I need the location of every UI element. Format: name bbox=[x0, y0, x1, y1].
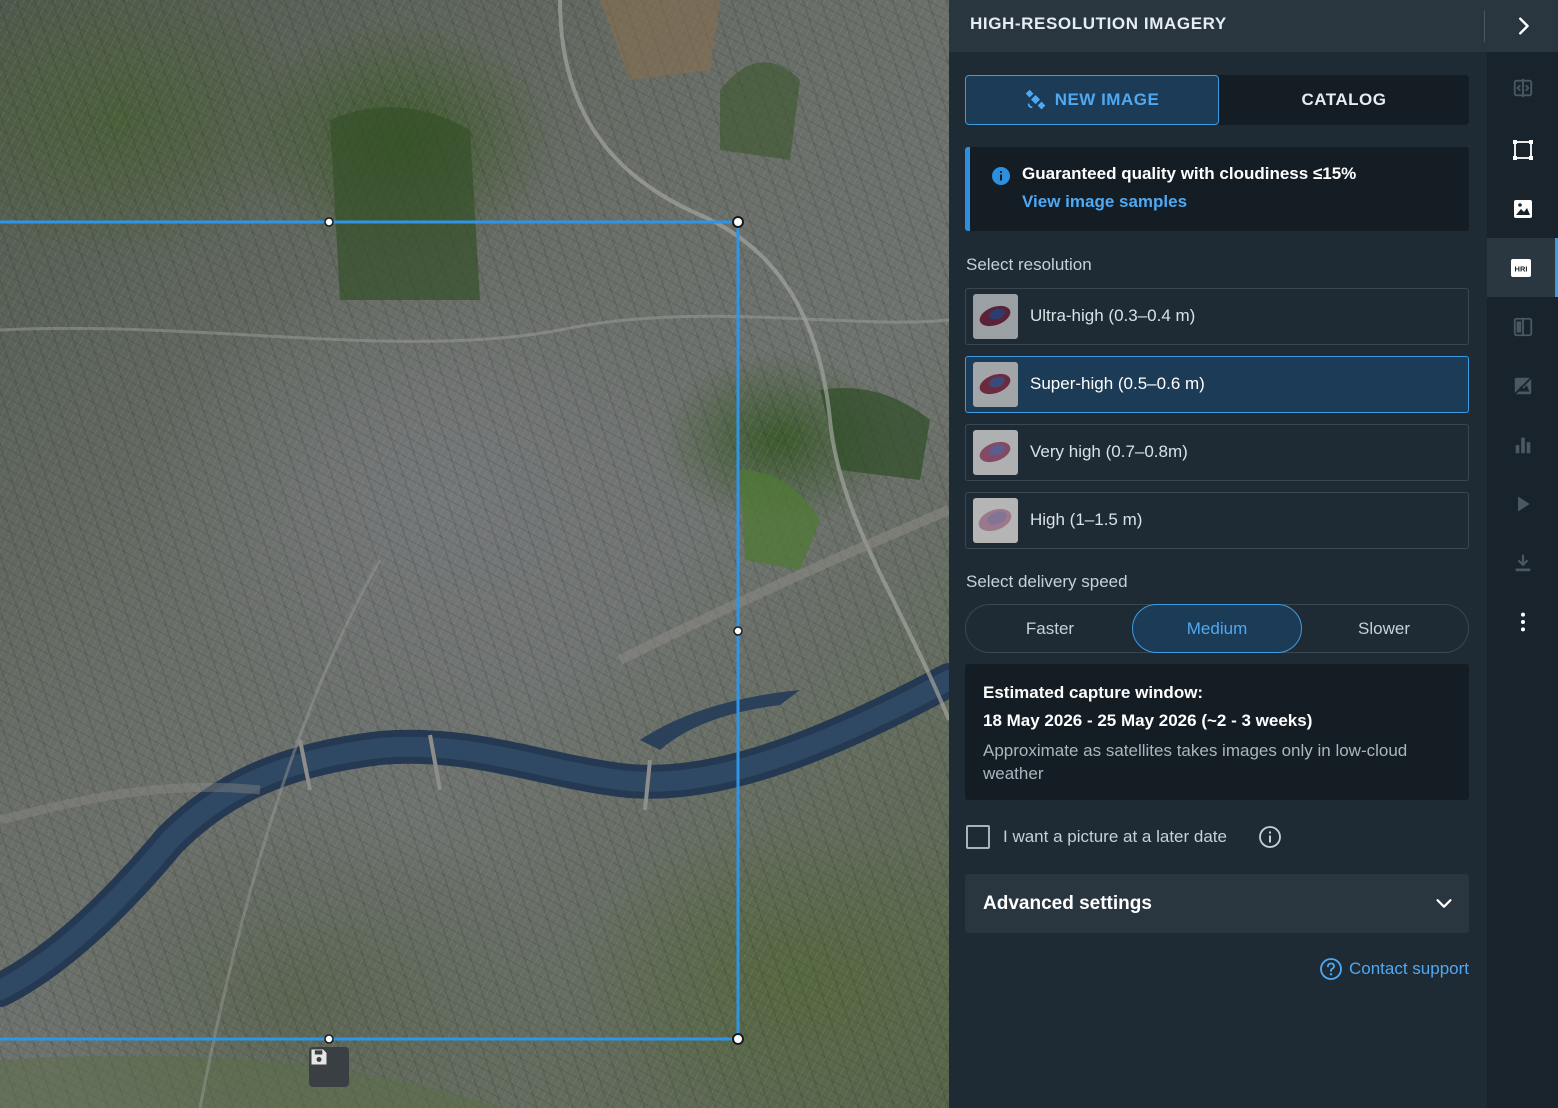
bar-chart-icon bbox=[1515, 437, 1530, 453]
advanced-settings-label: Advanced settings bbox=[983, 893, 1152, 914]
hri-tool[interactable]: HRI bbox=[1487, 238, 1558, 297]
header-separator bbox=[1484, 10, 1485, 42]
more-options-button[interactable] bbox=[1487, 592, 1558, 651]
save-area-button[interactable] bbox=[309, 1047, 349, 1087]
map-overlay bbox=[0, 0, 949, 1108]
tab-new-image[interactable]: NEW IMAGE bbox=[965, 75, 1219, 125]
info-icon bbox=[992, 167, 1010, 185]
resolution-thumbnail bbox=[973, 498, 1018, 543]
quality-info-text: Guaranteed quality with cloudiness ≤15% bbox=[1022, 164, 1357, 183]
car-sample-icon bbox=[973, 430, 1018, 475]
resolution-option-label: Super-high (0.5–0.6 m) bbox=[1030, 374, 1205, 393]
app-root: HIGH-RESOLUTION IMAGERY NEW IMAGE CATALO… bbox=[0, 0, 1558, 1108]
resolution-option-very-high[interactable]: Very high (0.7–0.8m) bbox=[965, 424, 1469, 481]
road-1 bbox=[0, 314, 949, 343]
tab-catalog[interactable]: CATALOG bbox=[1219, 75, 1469, 125]
estimate-note: Approximate as satellites takes images o… bbox=[983, 741, 1408, 783]
aoi-midpoint-handle-top[interactable] bbox=[324, 217, 334, 227]
delivery-section-label: Select delivery speed bbox=[966, 572, 1128, 591]
aoi-corner-handle-top-right[interactable] bbox=[732, 216, 744, 228]
split-tool[interactable] bbox=[1487, 297, 1558, 356]
park-area-2 bbox=[740, 470, 820, 570]
aoi-corner-handle-bottom-right[interactable] bbox=[732, 1033, 744, 1045]
analytics-tool[interactable] bbox=[1487, 415, 1558, 474]
car-sample-icon bbox=[973, 362, 1018, 407]
resolution-option-label: Very high (0.7–0.8m) bbox=[1030, 442, 1188, 461]
image-icon bbox=[1513, 199, 1532, 218]
resolution-option-high[interactable]: High (1–1.5 m) bbox=[965, 492, 1469, 549]
contact-support-link[interactable]: Contact support bbox=[1319, 957, 1469, 981]
park-area bbox=[720, 62, 800, 160]
resolution-thumbnail bbox=[973, 362, 1018, 407]
resolution-option-label: High (1–1.5 m) bbox=[1030, 510, 1143, 529]
later-date-label: I want a picture at a later date bbox=[1003, 827, 1227, 846]
resolution-option-super-high[interactable]: Super-high (0.5–0.6 m) bbox=[965, 356, 1469, 413]
resolution-option-label: Ultra-high (0.3–0.4 m) bbox=[1030, 306, 1196, 325]
split-icon bbox=[1513, 317, 1532, 336]
advanced-settings-toggle[interactable]: Advanced settings bbox=[965, 874, 1469, 933]
hri-panel: HIGH-RESOLUTION IMAGERY NEW IMAGE CATALO… bbox=[949, 0, 1487, 1108]
capture-window-estimate: Estimated capture window: 18 May 2026 - … bbox=[965, 664, 1469, 800]
tab-new-image-label: NEW IMAGE bbox=[1054, 90, 1160, 109]
no-image-icon bbox=[1513, 376, 1532, 395]
speed-option-slower[interactable]: Slower bbox=[1300, 605, 1468, 652]
satellite-map[interactable] bbox=[0, 0, 949, 1108]
speed-option-medium[interactable]: Medium bbox=[1132, 604, 1302, 653]
help-circle-icon bbox=[1320, 958, 1342, 980]
panel-title: HIGH-RESOLUTION IMAGERY bbox=[970, 14, 1227, 33]
compare-tool[interactable] bbox=[1487, 58, 1558, 117]
contact-support-label: Contact support bbox=[1348, 959, 1469, 978]
compare-icon bbox=[1513, 78, 1532, 97]
download-tool[interactable] bbox=[1487, 533, 1558, 592]
image-tool[interactable] bbox=[1487, 179, 1558, 238]
floppy-disk-icon bbox=[311, 1049, 327, 1065]
delivery-speed-selector: Faster Medium Slower bbox=[965, 604, 1469, 653]
aoi-midpoint-handle-bottom[interactable] bbox=[324, 1034, 334, 1044]
farmland bbox=[600, 0, 720, 80]
chevron-down-icon bbox=[1436, 899, 1452, 908]
road-2 bbox=[198, 559, 382, 1108]
river-inner bbox=[0, 670, 949, 1000]
right-toolbar: HRI bbox=[1487, 0, 1558, 1108]
hri-badge-text: HRI bbox=[1515, 264, 1528, 273]
no-image-tool[interactable] bbox=[1487, 356, 1558, 415]
image-tabs: NEW IMAGE CATALOG bbox=[965, 75, 1469, 125]
estimate-dates: 18 May 2026 - 25 May 2026 (~2 - 3 weeks) bbox=[983, 711, 1313, 730]
river bbox=[0, 663, 949, 1007]
resolution-section-label: Select resolution bbox=[966, 255, 1092, 274]
panel-header: HIGH-RESOLUTION IMAGERY bbox=[949, 0, 1487, 52]
greenbelt bbox=[0, 1055, 500, 1108]
hri-icon: HRI bbox=[1511, 258, 1531, 277]
later-date-checkbox[interactable] bbox=[966, 825, 990, 849]
quality-info-box: Guaranteed quality with cloudiness ≤15% … bbox=[965, 147, 1469, 231]
car-sample-icon bbox=[973, 498, 1018, 543]
download-icon bbox=[1515, 554, 1530, 571]
collapse-panel-button[interactable] bbox=[1487, 0, 1558, 52]
timelapse-tool[interactable] bbox=[1487, 474, 1558, 533]
more-icon bbox=[1520, 612, 1525, 631]
view-image-samples-link[interactable]: View image samples bbox=[1022, 192, 1187, 212]
car-sample-icon bbox=[973, 294, 1018, 339]
forest-area bbox=[330, 107, 480, 300]
estimate-title: Estimated capture window: bbox=[983, 683, 1204, 702]
resolution-thumbnail bbox=[973, 430, 1018, 475]
resolution-thumbnail bbox=[973, 294, 1018, 339]
play-icon bbox=[1517, 496, 1530, 511]
info-circle-icon[interactable] bbox=[1258, 825, 1282, 849]
chevron-right-icon bbox=[1518, 17, 1529, 35]
polygon-icon bbox=[1512, 139, 1533, 160]
polygon-tool[interactable] bbox=[1487, 120, 1558, 179]
satellite-icon bbox=[1025, 89, 1046, 110]
speed-option-faster[interactable]: Faster bbox=[966, 605, 1134, 652]
tab-catalog-label: CATALOG bbox=[1301, 90, 1387, 109]
resolution-option-ultra-high[interactable]: Ultra-high (0.3–0.4 m) bbox=[965, 288, 1469, 345]
aoi-midpoint-handle-right[interactable] bbox=[733, 626, 743, 636]
